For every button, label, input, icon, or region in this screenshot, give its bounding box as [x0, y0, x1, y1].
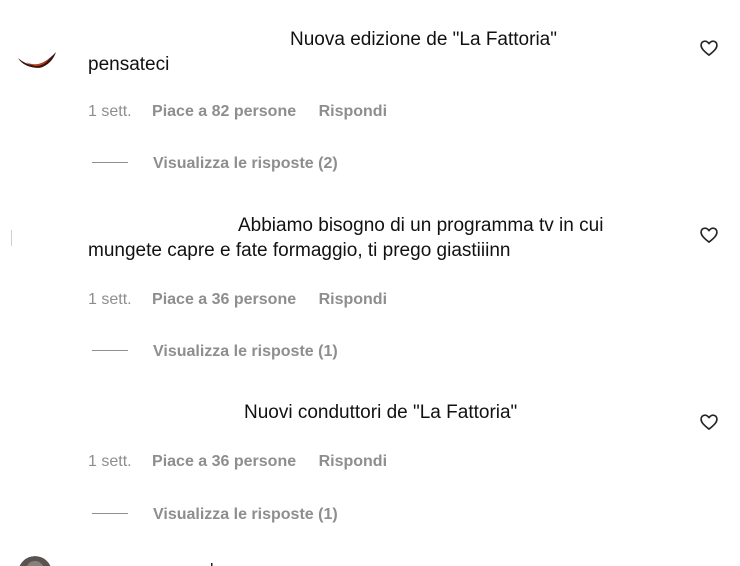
- reply-button[interactable]: Rispondi: [319, 453, 387, 470]
- comment-meta: 1 sett. Piace a 82 persone Rispondi: [88, 103, 387, 121]
- partial-text-fragment: [210, 558, 214, 566]
- divider-line: [92, 350, 128, 352]
- divider-line: [92, 513, 128, 515]
- comment-text-line: Abbiamo bisogno di un programma tv in cu…: [238, 215, 604, 236]
- comment-text-line: Nuovi conduttori de "La Fattoria": [244, 402, 518, 423]
- view-replies-button[interactable]: Visualizza le risposte (1): [92, 506, 338, 524]
- comment-text: Nuovi conduttori de "La Fattoria": [88, 400, 688, 425]
- comment-text-line: mungete capre e fate formaggio, ti prego…: [88, 240, 511, 261]
- divider-line: [92, 162, 128, 164]
- like-heart-icon[interactable]: [699, 412, 719, 432]
- comment-meta: 1 sett. Piace a 36 persone Rispondi: [88, 453, 387, 471]
- comment-text: Nuova edizione de "La Fattoria" pensatec…: [88, 27, 688, 77]
- view-replies-label: Visualizza le risposte (2): [153, 155, 338, 172]
- view-replies-button[interactable]: Visualizza le risposte (2): [92, 155, 338, 173]
- comment-text-line: Nuova edizione de "La Fattoria": [290, 29, 557, 50]
- view-replies-label: Visualizza le risposte (1): [153, 506, 338, 523]
- avatar[interactable]: [18, 556, 52, 566]
- comment-text: Abbiamo bisogno di un programma tv in cu…: [88, 213, 688, 263]
- comment-time[interactable]: 1 sett.: [88, 453, 132, 470]
- view-replies-button[interactable]: Visualizza le risposte (1): [92, 343, 338, 361]
- comment-meta: 1 sett. Piace a 36 persone Rispondi: [88, 291, 387, 309]
- avatar[interactable]: [12, 18, 62, 68]
- like-heart-icon[interactable]: [699, 225, 719, 245]
- comment-time[interactable]: 1 sett.: [88, 291, 132, 308]
- likes-count[interactable]: Piace a 82 persone: [152, 103, 296, 120]
- view-replies-label: Visualizza le risposte (1): [153, 343, 338, 360]
- likes-count[interactable]: Piace a 36 persone: [152, 453, 296, 470]
- avatar[interactable]: [0, 222, 20, 252]
- comments-list: Nuova edizione de "La Fattoria" pensatec…: [0, 0, 740, 566]
- comment-time[interactable]: 1 sett.: [88, 103, 132, 120]
- likes-count[interactable]: Piace a 36 persone: [152, 291, 296, 308]
- like-heart-icon[interactable]: [699, 38, 719, 58]
- comment-text-line: pensateci: [88, 54, 170, 75]
- reply-button[interactable]: Rispondi: [319, 103, 387, 120]
- reply-button[interactable]: Rispondi: [319, 291, 387, 308]
